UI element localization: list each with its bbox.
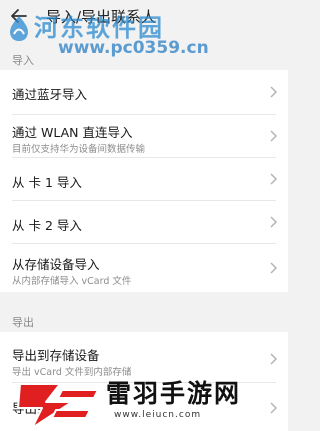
list-item-label: 导出到存储设备 [12, 348, 100, 363]
list-item-subtitle: 从内部存储导入 vCard 文件 [12, 276, 132, 287]
page-title: 导入/导出联系人 [46, 8, 157, 26]
list-item-label: 从 卡 2 导入 [12, 218, 82, 233]
import-card: 通过蓝牙导入 通过 WLAN 直连导入 目前仅支持华为设备间数据传输 从 卡 1… [0, 70, 288, 292]
list-item-label: 导出到… [12, 401, 63, 416]
list-item-import-storage[interactable]: 从存储设备导入 从内部存储导入 vCard 文件 [0, 244, 288, 292]
export-card: 导出到存储设备 导出 vCard 文件到内部存储 导出到… [0, 332, 288, 431]
list-item-export-storage[interactable]: 导出到存储设备 导出 vCard 文件到内部存储 [0, 332, 288, 380]
list-item-import-wlan[interactable]: 通过 WLAN 直连导入 目前仅支持华为设备间数据传输 [0, 115, 288, 157]
list-item-label: 从存储设备导入 [12, 257, 100, 272]
list-item-import-bluetooth[interactable]: 通过蓝牙导入 [0, 70, 288, 114]
app-header: 导入/导出联系人 [0, 0, 288, 40]
list-item-label: 从 卡 1 导入 [12, 175, 82, 190]
list-item-subtitle: 导出 vCard 文件到内部存储 [12, 367, 132, 378]
chevron-right-icon [270, 353, 278, 365]
list-item-import-card1[interactable]: 从 卡 1 导入 [0, 158, 288, 200]
list-item-label: 通过 WLAN 直连导入 [12, 125, 133, 140]
list-item-export-to[interactable]: 导出到… [0, 383, 288, 431]
list-item-subtitle: 目前仅支持华为设备间数据传输 [12, 144, 146, 155]
chevron-right-icon [270, 130, 278, 142]
chevron-right-icon [270, 86, 278, 98]
section-label-import: 导入 [12, 54, 34, 67]
list-item-label: 通过蓝牙导入 [12, 87, 88, 102]
chevron-right-icon [270, 216, 278, 228]
list-item-import-card2[interactable]: 从 卡 2 导入 [0, 201, 288, 243]
chevron-right-icon [270, 402, 278, 414]
section-label-export: 导出 [12, 316, 34, 329]
back-arrow-icon[interactable] [8, 5, 30, 27]
chevron-right-icon [270, 173, 278, 185]
watermark-url: www.pc0359.cn [58, 38, 209, 58]
chevron-right-icon [270, 262, 278, 274]
